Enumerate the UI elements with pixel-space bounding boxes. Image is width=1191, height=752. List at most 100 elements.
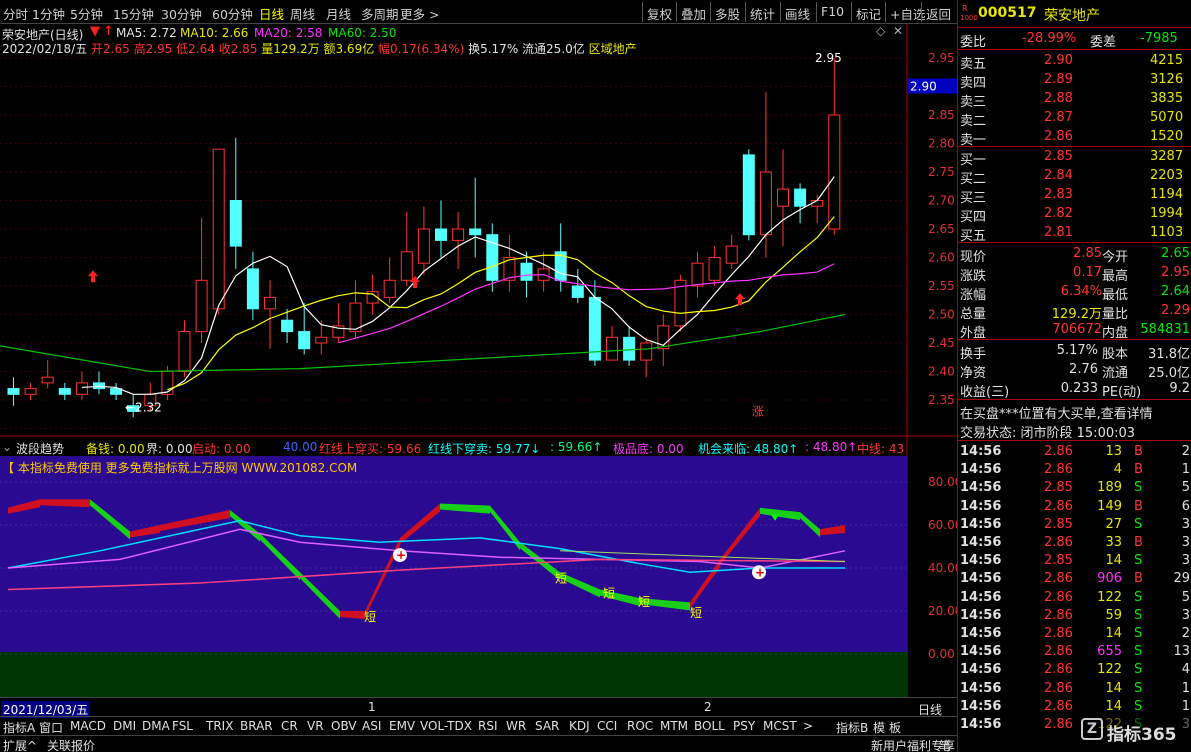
ind-ad[interactable]: 【 本指标免费使用 更多免费指标就上万股网 WWW.201082.COM: [2, 459, 357, 476]
candle-body[interactable]: [640, 342, 653, 361]
candle-body[interactable]: [7, 388, 20, 395]
related-quote-button[interactable]: 关联报价: [47, 737, 95, 752]
close-icon[interactable]: ✕: [893, 24, 903, 38]
toolbar-9[interactable]: 多周期: [361, 4, 399, 23]
toolbar-right-4[interactable]: 画线: [785, 4, 810, 23]
candle-body[interactable]: [400, 251, 413, 281]
candle-body[interactable]: [588, 296, 601, 361]
toolbar-right-1[interactable]: 叠加: [681, 4, 706, 23]
candle-body[interactable]: [383, 279, 396, 298]
candle-body[interactable]: [435, 228, 447, 241]
candle-body[interactable]: [571, 285, 584, 298]
tab-macd[interactable]: MACD: [70, 719, 106, 733]
pen-button[interactable]: 笔: [939, 737, 951, 752]
toolbar-0[interactable]: 分时: [3, 4, 28, 23]
tab-roc[interactable]: ROC: [627, 719, 653, 733]
candle-body[interactable]: [24, 388, 37, 395]
candle-body[interactable]: [281, 319, 294, 333]
tab-指标b[interactable]: 指标B: [836, 719, 868, 736]
tab-指标a[interactable]: 指标A: [3, 719, 35, 736]
stat-value2: 2.65: [1161, 246, 1190, 261]
toolbar-2[interactable]: 5分钟: [70, 4, 103, 23]
tab-obv[interactable]: OBV: [331, 719, 357, 733]
tab-wr[interactable]: WR: [506, 719, 526, 733]
candle-body[interactable]: [264, 296, 276, 310]
notice-link[interactable]: 在买盘***位置有大买单,查看详情: [960, 403, 1153, 422]
tab-板[interactable]: 板: [889, 719, 901, 736]
tick-time: 14:56: [960, 589, 1002, 605]
candle-body[interactable]: [623, 336, 636, 361]
toolbar-1[interactable]: 1分钟: [32, 4, 65, 23]
candle-body[interactable]: [58, 388, 71, 395]
ask-vol: 3126: [1150, 72, 1184, 87]
candle-body[interactable]: [469, 228, 482, 236]
candle-body[interactable]: [178, 331, 191, 373]
tab-cr[interactable]: CR: [281, 719, 298, 733]
tab-emv[interactable]: EMV: [389, 719, 415, 733]
tab-mcst[interactable]: MCST: [763, 719, 797, 733]
tab-rsi[interactable]: RSI: [478, 719, 498, 733]
expand-button[interactable]: 扩展^: [3, 737, 37, 752]
candle-body[interactable]: [195, 279, 208, 333]
tab-brar[interactable]: BRAR: [240, 719, 273, 733]
tab-vol-tdx[interactable]: VOL-TDX: [420, 719, 472, 733]
tab-窗口[interactable]: 窗口: [39, 719, 63, 736]
candle-body[interactable]: [161, 371, 174, 395]
toolbar-right-8[interactable]: 返回: [926, 4, 951, 23]
candle-body[interactable]: [452, 228, 465, 241]
collapse-icon[interactable]: ⌄: [2, 440, 12, 454]
toolbar-right-2[interactable]: 多股: [715, 4, 740, 23]
toolbar-right-6[interactable]: 标记: [856, 4, 881, 23]
candle-body[interactable]: [725, 245, 738, 264]
tab-dmi[interactable]: DMI: [113, 719, 136, 733]
toolbar-3[interactable]: 15分钟: [113, 4, 154, 23]
candle-body[interactable]: [828, 114, 841, 230]
toolbar-right-3[interactable]: 统计: [750, 4, 775, 23]
candle-body[interactable]: [41, 376, 54, 384]
tab-dma[interactable]: DMA: [142, 719, 170, 733]
tab-cci[interactable]: CCI: [597, 719, 617, 733]
tab-psy[interactable]: PSY: [733, 719, 755, 733]
tab-mtm[interactable]: MTM: [660, 719, 688, 733]
tick-count: 2: [1181, 626, 1190, 641]
candle-body[interactable]: [691, 262, 704, 287]
candle-body[interactable]: [708, 257, 721, 281]
toolbar-right-0[interactable]: 复权: [647, 4, 672, 23]
chart-area[interactable]: 2.952.902.852.802.752.702.652.602.552.50…: [0, 24, 957, 752]
candle-body[interactable]: [315, 336, 328, 344]
candle-body[interactable]: [246, 268, 259, 310]
toolbar-4[interactable]: 30分钟: [161, 4, 202, 23]
tab->[interactable]: >: [803, 719, 813, 733]
tab-模[interactable]: 模: [873, 719, 885, 736]
indicator-name[interactable]: 波段趋势: [16, 440, 64, 457]
tab-boll[interactable]: BOLL: [694, 719, 725, 733]
candle-body[interactable]: [794, 188, 807, 207]
candle-body[interactable]: [520, 262, 533, 281]
toolbar-6[interactable]: 日线: [259, 4, 284, 23]
candle-body[interactable]: [212, 148, 225, 310]
candle-body[interactable]: [229, 200, 242, 247]
tab-asi[interactable]: ASI: [362, 719, 381, 733]
candle-body[interactable]: [777, 188, 789, 207]
toolbar-right-5[interactable]: F10: [821, 4, 844, 19]
toolbar-5[interactable]: 60分钟: [212, 4, 253, 23]
toolbar-8[interactable]: 月线: [326, 4, 351, 23]
candle-body[interactable]: [742, 154, 755, 236]
toolbar-10[interactable]: 更多 >: [400, 4, 439, 23]
candle-body[interactable]: [811, 200, 824, 207]
toolbar-7[interactable]: 周线: [290, 4, 315, 23]
candle-body[interactable]: [75, 382, 88, 395]
bid-price: 2.85: [1044, 149, 1073, 164]
tab-fsl[interactable]: FSL: [172, 719, 193, 733]
tab-trix[interactable]: TRIX: [206, 719, 233, 733]
tab-kdj[interactable]: KDJ: [569, 719, 590, 733]
candle-body[interactable]: [298, 331, 311, 350]
candle-body[interactable]: [417, 228, 430, 264]
stat-label2: 今开: [1102, 250, 1129, 265]
diamond-icon[interactable]: ◇: [876, 24, 885, 38]
candle-body[interactable]: [759, 171, 772, 236]
info-amp: 幅0.17(6.34%): [378, 42, 465, 56]
candle-body[interactable]: [606, 336, 618, 361]
tab-vr[interactable]: VR: [307, 719, 324, 733]
tab-sar[interactable]: SAR: [535, 719, 559, 733]
